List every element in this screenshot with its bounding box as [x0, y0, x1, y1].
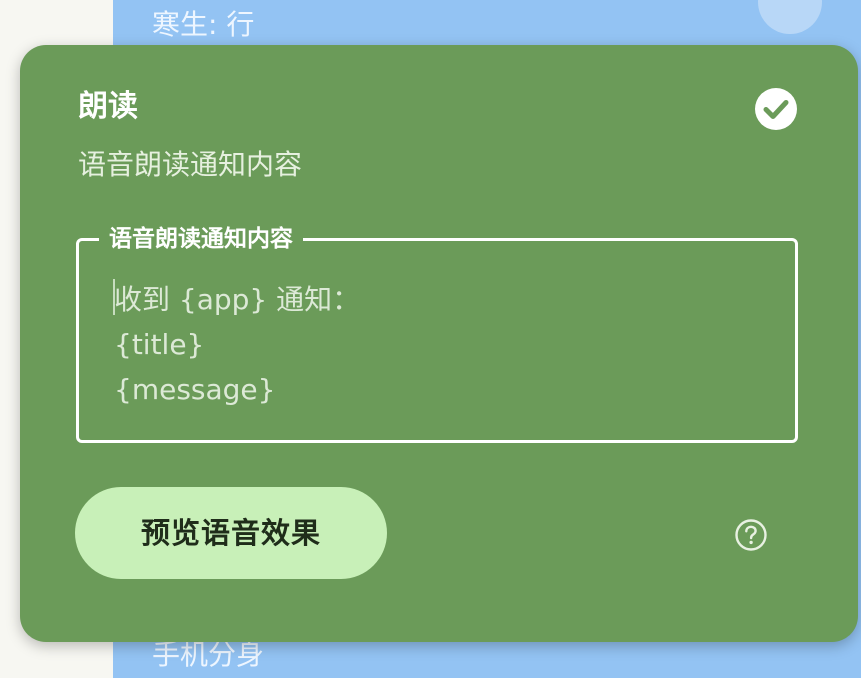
background-item-bottom: 手机分身: [152, 638, 265, 671]
check-circle-icon[interactable]: [754, 87, 798, 131]
question-circle-icon[interactable]: [734, 518, 768, 552]
card-subtitle: 语音朗读通知内容: [78, 148, 303, 181]
background-item-top: 寒生: 行: [152, 8, 255, 41]
preview-voice-button-label: 预览语音效果: [140, 516, 321, 550]
preview-voice-button[interactable]: 预览语音效果: [75, 487, 387, 579]
tts-template-label: 语音朗读通知内容: [99, 224, 303, 254]
card-title: 朗读: [78, 89, 138, 124]
tts-template-input[interactable]: 收到 {app} 通知： {title} {message}: [114, 277, 764, 412]
tts-template-field[interactable]: 语音朗读通知内容 收到 {app} 通知： {title} {message}: [76, 224, 798, 443]
tts-settings-card: 朗读 语音朗读通知内容 语音朗读通知内容 收到 {app} 通知： {title…: [20, 45, 858, 642]
